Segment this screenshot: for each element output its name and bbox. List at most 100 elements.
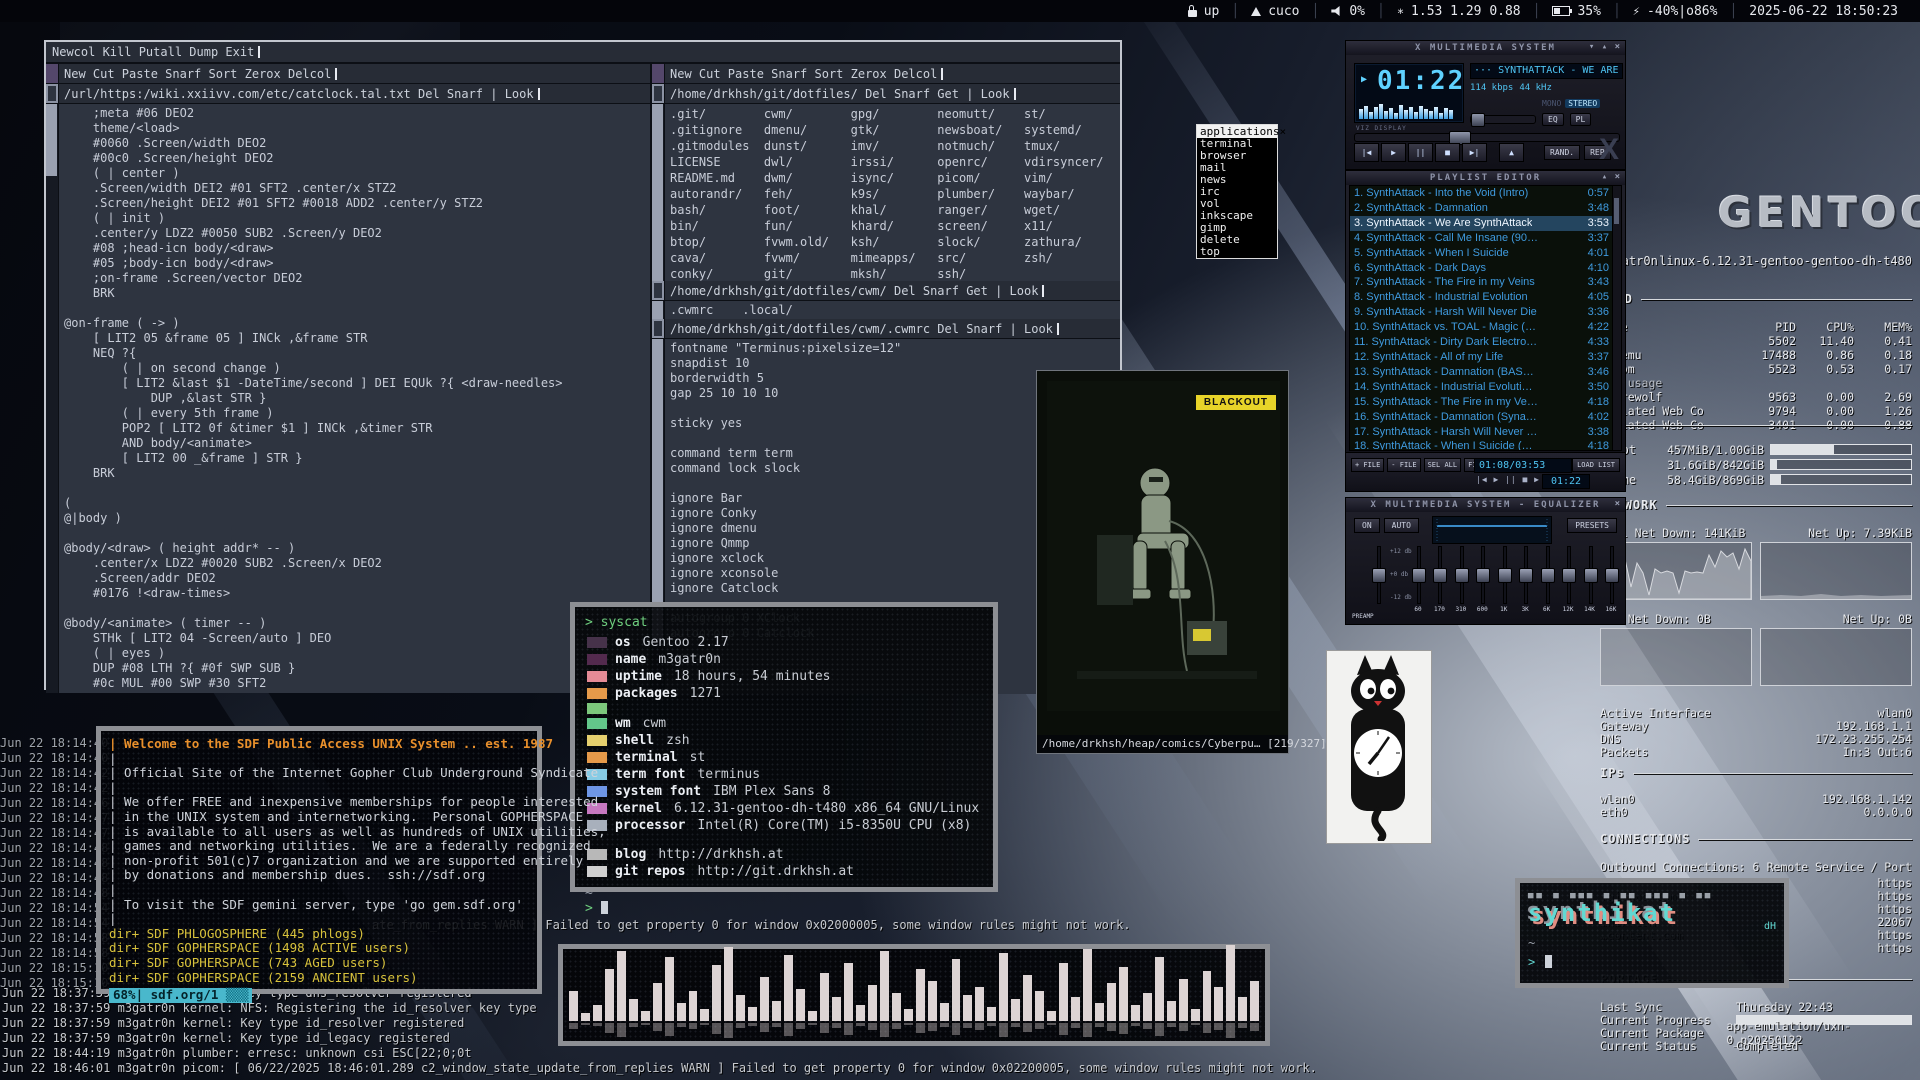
playlist-item[interactable]: 13. SynthAttack - Damnation (BAS…3:46: [1350, 365, 1613, 380]
eq-band-slider[interactable]: [1562, 546, 1574, 604]
acme-cwmrc-window-tag[interactable]: /home/drkhsh/git/dotfiles/cwm/.cwmrc Del…: [652, 319, 1120, 339]
playlist-item[interactable]: 17. SynthAttack - Harsh Will Never …3:38: [1350, 425, 1613, 440]
transport-button[interactable]: ▶: [1381, 143, 1406, 162]
playlist-item[interactable]: 5. SynthAttack - When I Suicide4:01: [1350, 246, 1613, 261]
acme-dotfiles-window-tag[interactable]: /home/drkhsh/git/dotfiles/ Del Snarf Get…: [652, 84, 1120, 104]
scrollbar-thumb[interactable]: [652, 339, 663, 639]
playlist-item[interactable]: 4. SynthAttack - Call Me Insane (90…3:37: [1350, 231, 1613, 246]
eq-on-button[interactable]: ON: [1354, 518, 1380, 533]
column-handle-icon[interactable]: [46, 64, 59, 83]
equalizer-titlebar[interactable]: X MULTIMEDIA SYSTEM - EQUALIZER×: [1346, 498, 1625, 512]
playlist-item[interactable]: 11. SynthAttack - Dirty Dark Electro…4:3…: [1350, 335, 1613, 350]
eq-band-slider[interactable]: [1498, 546, 1510, 604]
window-buttons-icon[interactable]: ▾ ▴ ×: [1589, 42, 1621, 52]
playlist-item[interactable]: 1. SynthAttack - Into the Void (Intro)0:…: [1350, 186, 1613, 201]
playlist-item[interactable]: 8. SynthAttack - Industrial Evolution4:0…: [1350, 290, 1613, 305]
transport-button[interactable]: ||: [1408, 143, 1433, 162]
eq-band-slider[interactable]: [1412, 546, 1424, 604]
eq-band-slider[interactable]: [1541, 546, 1553, 604]
preamp-knob[interactable]: [1372, 568, 1386, 583]
acme-dotfiles-body[interactable]: .git/ cwm/ gpg/ neomutt/ st/ .gitignore …: [652, 104, 1120, 281]
eject-button[interactable]: ▲: [1499, 143, 1524, 162]
volume-slider[interactable]: [1470, 115, 1536, 124]
eq-band-slider[interactable]: [1476, 546, 1488, 604]
playlist-item[interactable]: 6. SynthAttack - Dark Days4:10: [1350, 261, 1613, 276]
transport-button[interactable]: ▶|: [1462, 143, 1487, 162]
playlist-item[interactable]: 14. SynthAttack - Industrial Evoluti…3:5…: [1350, 380, 1613, 395]
presets-button[interactable]: PRESETS: [1567, 518, 1617, 533]
playlist-button[interactable]: - FILE: [1387, 458, 1420, 472]
eq-band-knob[interactable]: [1605, 568, 1619, 583]
eq-band-slider[interactable]: [1433, 546, 1445, 604]
column-handle-icon[interactable]: [652, 64, 665, 83]
eq-toggle-button[interactable]: EQ: [1542, 113, 1564, 126]
eq-band-knob[interactable]: [1455, 568, 1469, 583]
acme-main-tag-text[interactable]: Newcol Kill Putall Dump Exit: [52, 45, 254, 59]
eq-band-knob[interactable]: [1541, 568, 1555, 583]
transport-button[interactable]: |◀: [1354, 143, 1379, 162]
scrollbar-thumb[interactable]: [46, 104, 57, 176]
eq-band-knob[interactable]: [1562, 568, 1576, 583]
xmms-track-title[interactable]: ··· SYNTHATTACK - WE ARE SYNTH: [1470, 63, 1623, 79]
playlist-button[interactable]: SEL ALL: [1424, 458, 1462, 472]
eq-band-slider[interactable]: [1455, 546, 1467, 604]
playlist-item[interactable]: 10. SynthAttack vs. TOAL - Magic (…4:22: [1350, 320, 1613, 335]
shell-prompt[interactable]: >: [585, 901, 593, 916]
playlist-titlebar[interactable]: PLAYLIST EDITOR▴ ×: [1346, 171, 1625, 185]
close-icon[interactable]: ×: [1279, 125, 1286, 138]
catclock-widget[interactable]: [1326, 650, 1432, 844]
spectrum-analyzer[interactable]: [1359, 103, 1453, 119]
playlist-item[interactable]: 2. SynthAttack - Damnation3:48: [1350, 201, 1613, 216]
seek-slider[interactable]: [1354, 133, 1620, 142]
acme-right-column-tag[interactable]: New Cut Paste Snarf Sort Zerox Delcol: [652, 64, 1120, 84]
window-dirty-icon[interactable]: [46, 84, 59, 103]
window-dirty-icon[interactable]: [652, 281, 665, 300]
eq-auto-button[interactable]: AUTO: [1384, 518, 1419, 533]
preamp-slider[interactable]: [1372, 546, 1384, 604]
xmms-time[interactable]: 01:22: [1377, 66, 1465, 96]
scrollbar-thumb[interactable]: [652, 104, 663, 281]
playlist-item[interactable]: 7. SynthAttack - The Fire in my Veins3:4…: [1350, 275, 1613, 290]
window-buttons-icon[interactable]: ×: [1615, 499, 1621, 509]
eq-band-slider[interactable]: [1584, 546, 1596, 604]
acme-main-tag[interactable]: Newcol Kill Putall Dump Exit: [46, 42, 1120, 64]
scrollbar-thumb[interactable]: [652, 301, 663, 319]
playlist-item[interactable]: 9. SynthAttack - Harsh Will Never Die3:3…: [1350, 305, 1613, 320]
volume-knob[interactable]: [1471, 113, 1485, 127]
acme-cwm-listing[interactable]: .cwmrc .local/: [652, 301, 1120, 318]
acme-catclock-code[interactable]: ;meta #06 DEO2 theme/<load> #0060 .Scree…: [46, 104, 650, 691]
menu-item-top[interactable]: top: [1197, 246, 1277, 258]
random-button[interactable]: RAND.: [1544, 145, 1580, 160]
window-dirty-icon[interactable]: [652, 319, 665, 338]
playlist-item[interactable]: 16. SynthAttack - Damnation (Syna…4:02: [1350, 410, 1613, 425]
eq-band-slider[interactable]: [1519, 546, 1531, 604]
window-dirty-icon[interactable]: [652, 84, 665, 103]
acme-left-column-tag[interactable]: New Cut Paste Snarf Sort Zerox Delcol: [46, 64, 650, 84]
playlist-item[interactable]: 3. SynthAttack - We Are SynthAttack3:53: [1350, 216, 1613, 231]
acme-cwm-body[interactable]: .cwmrc .local/: [652, 301, 1120, 319]
acme-catclock-window-tag[interactable]: /url/https:/wiki.xxiivv.com/etc/catclock…: [46, 84, 650, 104]
load-list-button[interactable]: LOAD LIST: [1572, 458, 1620, 472]
scrollbar[interactable]: [46, 104, 59, 693]
transport-button[interactable]: ■: [1435, 143, 1460, 162]
acme-cwm-window-tag[interactable]: /home/drkhsh/git/dotfiles/cwm/ Del Snarf…: [652, 281, 1120, 301]
playlist-scrollbar[interactable]: [1612, 185, 1622, 451]
playlist-item[interactable]: 12. SynthAttack - All of my Life3:37: [1350, 350, 1613, 365]
eq-band-knob[interactable]: [1584, 568, 1598, 583]
scrollbar[interactable]: [652, 301, 665, 319]
playlist-item[interactable]: 18. SynthAttack - When I Suicide (…4:18: [1350, 439, 1613, 451]
playlist-item[interactable]: 15. SynthAttack - The Fire in my Ve…4:18: [1350, 395, 1613, 410]
window-buttons-icon[interactable]: ▴ ×: [1602, 172, 1621, 182]
playlist-button[interactable]: + FILE: [1351, 458, 1384, 472]
eq-band-knob[interactable]: [1498, 568, 1512, 583]
eq-band-knob[interactable]: [1433, 568, 1447, 583]
acme-dotfiles-listing[interactable]: .git/ cwm/ gpg/ neomutt/ st/ .gitignore …: [652, 104, 1120, 281]
eq-band-knob[interactable]: [1519, 568, 1533, 583]
xmms-titlebar[interactable]: X MULTIMEDIA SYSTEM▾ ▴ ×: [1346, 41, 1625, 55]
eq-band-slider[interactable]: [1605, 546, 1617, 604]
eq-band-knob[interactable]: [1476, 568, 1490, 583]
acme-catclock-body[interactable]: ;meta #06 DEO2 theme/<load> #0060 .Scree…: [46, 104, 650, 693]
shell-prompt[interactable]: >: [1528, 955, 1535, 969]
scrollbar[interactable]: [652, 104, 665, 281]
pl-toggle-button[interactable]: PL: [1570, 113, 1592, 126]
